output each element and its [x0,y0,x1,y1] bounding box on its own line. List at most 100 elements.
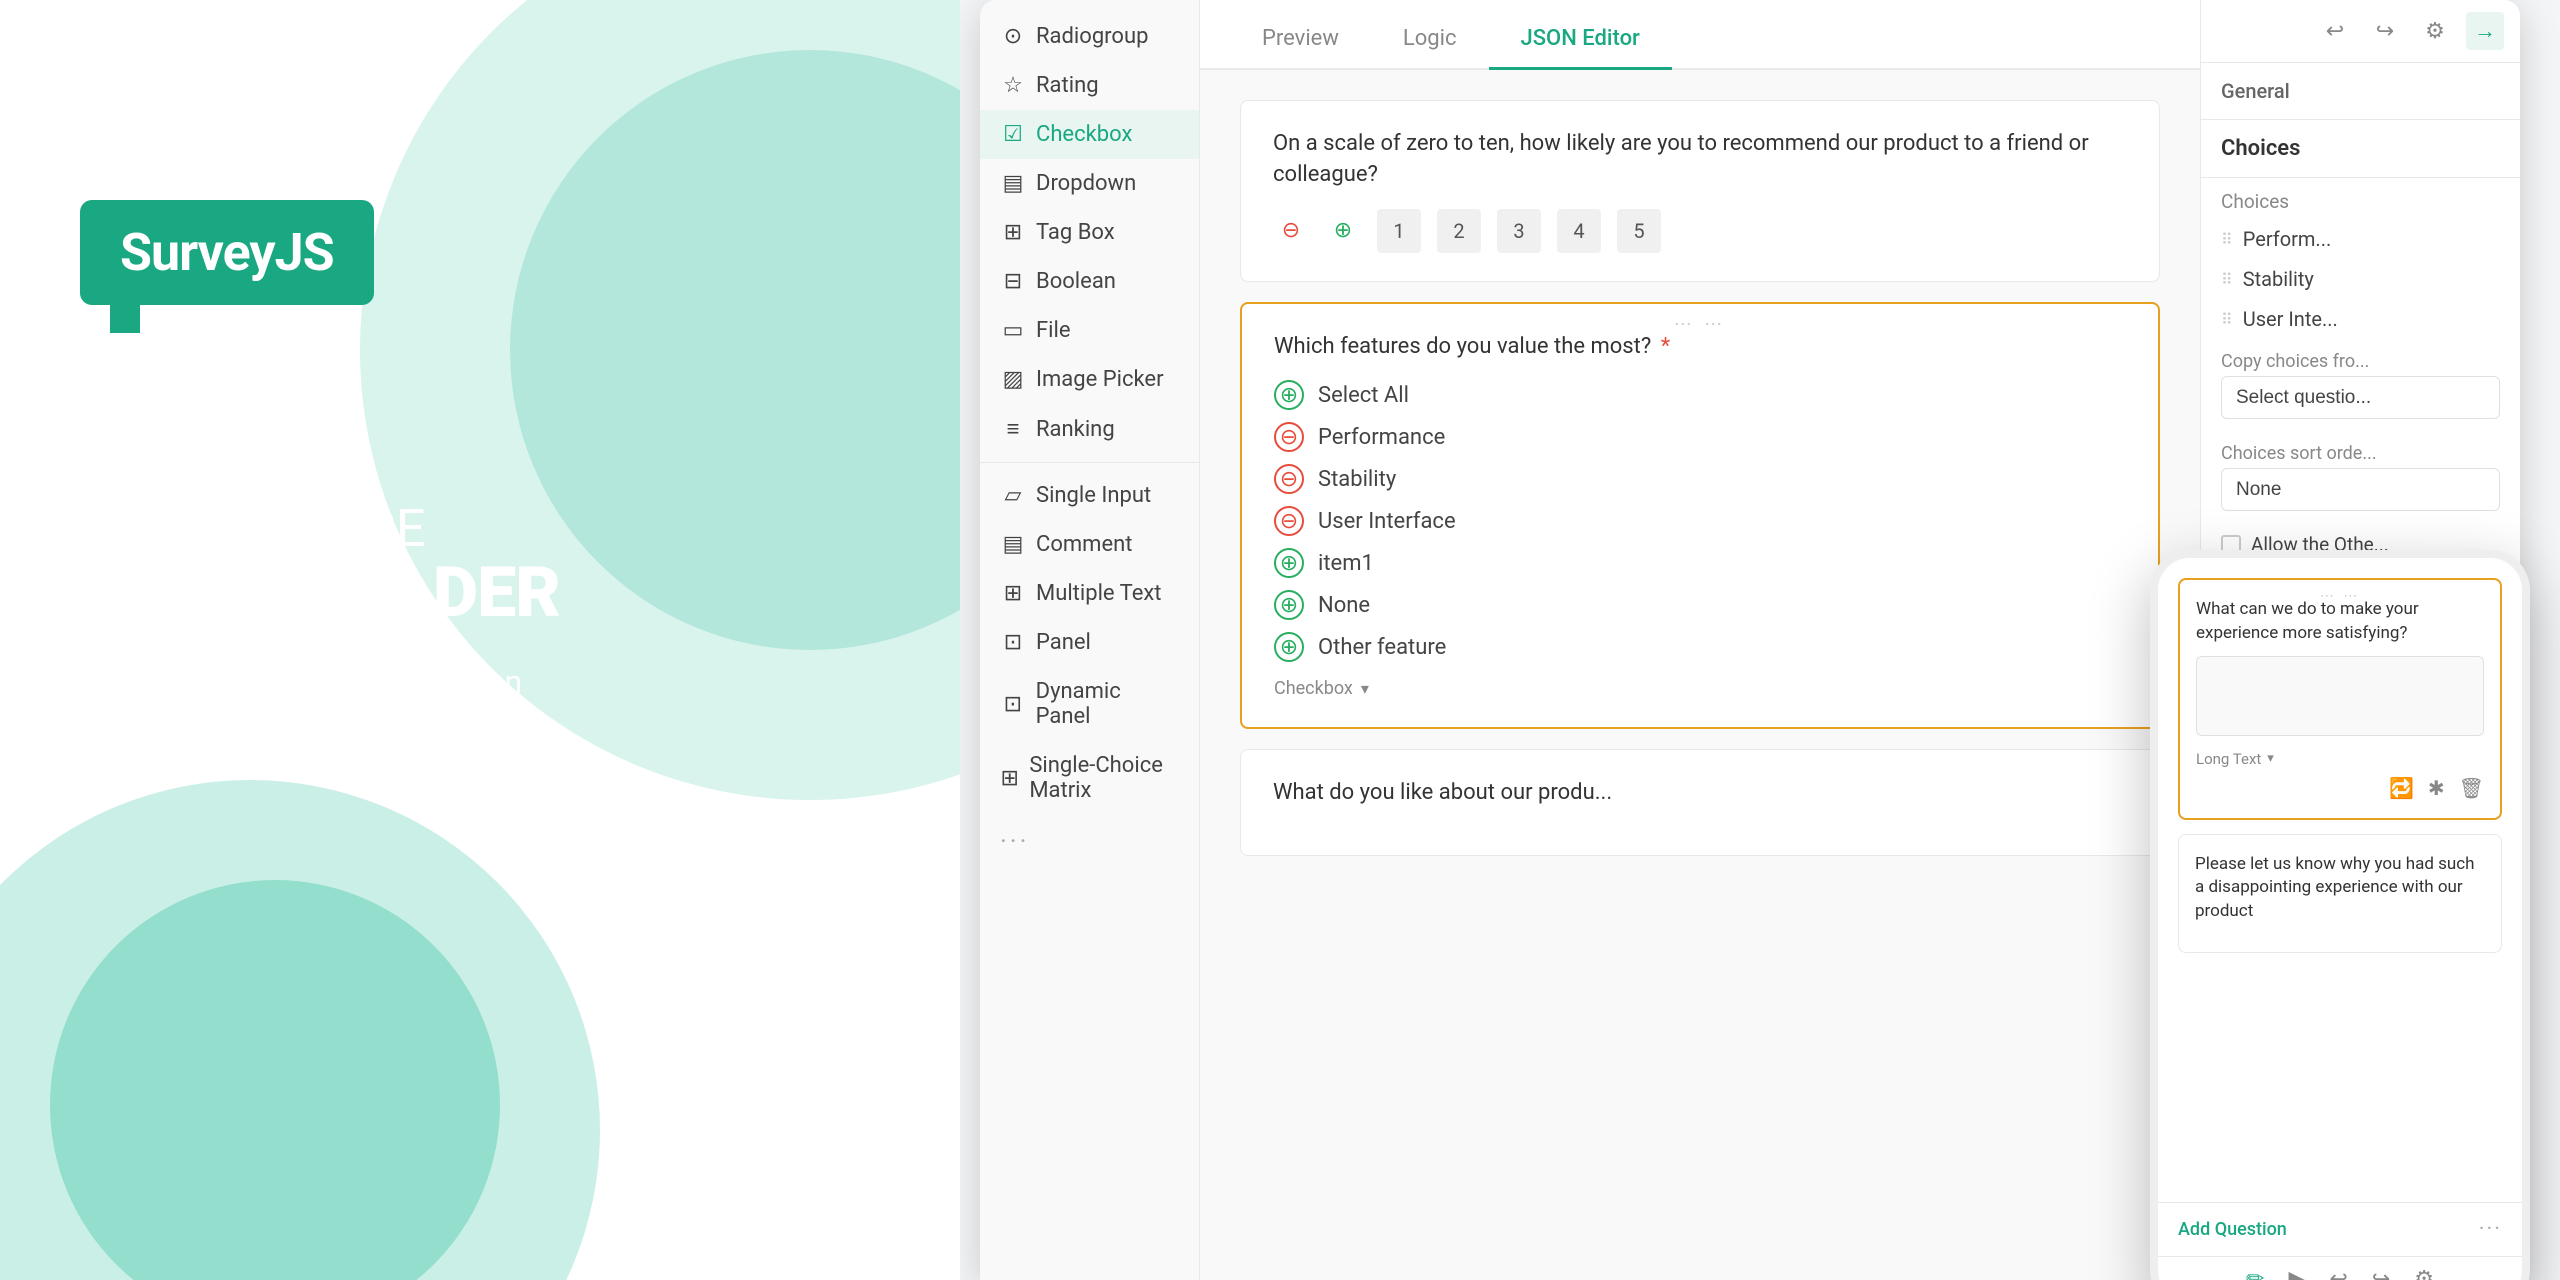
question-card-rating: On a scale of zero to ten, how likely ar… [1240,100,2160,282]
mobile-add-question-btn[interactable]: Add Question [2178,1219,2287,1240]
add-other-btn[interactable]: ⊕ [1274,632,1304,662]
props-choices-header: Choices [2201,120,2520,178]
tab-preview[interactable]: Preview [1230,10,1371,70]
mobile-toolbar-play[interactable]: ▶ [2288,1267,2305,1280]
choices-sort-label: Choices sort orde... [2201,431,2520,468]
checkbox-stability: ⊖ Stability [1274,464,2126,494]
sidebar-item-tagbox[interactable]: ⊞ Tag Box [980,208,1199,257]
mobile-toolbar-redo[interactable]: ↪ [2372,1267,2390,1280]
add-select-all-btn[interactable]: ⊕ [1274,380,1304,410]
mobile-more-btn[interactable]: ··· [2479,1217,2502,1242]
rating-num-3: 3 [1497,209,1541,253]
multipletext-icon: ⊞ [1000,581,1026,606]
checkbox-icon: ☑ [1000,122,1026,147]
sidebar-divider [980,462,1199,463]
sidebar-item-panel[interactable]: ⊡ Panel [980,618,1199,667]
sidebar-item-label: Panel [1036,630,1091,655]
tagline-block: OPEN-SOURCE FORM BUILDER Generate dynami… [80,500,560,751]
mobile-q1-text: What can we do to make your experience m… [2196,598,2484,646]
singleinput-icon: ▱ [1000,483,1026,508]
sidebar-item-checkbox[interactable]: ☑ Checkbox [980,110,1199,159]
undo-btn[interactable]: ↩ [2316,12,2354,50]
mobile-action-copy[interactable]: 🔁 [2389,776,2414,800]
add-item1-btn[interactable]: ⊕ [1274,548,1304,578]
sidebar-item-rating[interactable]: ☆ Rating [980,61,1199,110]
sidebar-item-label: Boolean [1036,269,1116,294]
tab-logic[interactable]: Logic [1371,10,1489,70]
add-rating-btn[interactable]: ⊕ [1325,213,1361,249]
mobile-drag-handle: ⋯ ⋯ [2320,588,2360,604]
sidebar-item-multipletext[interactable]: ⊞ Multiple Text [980,569,1199,618]
sidebar-item-radiogroup[interactable]: ⊙ Radiogroup [980,12,1199,61]
mobile-card-2: Please let us know why you had such a di… [2178,834,2502,953]
settings-btn[interactable]: ⚙ [2416,12,2454,50]
sidebar-item-label: Radiogroup [1036,24,1148,49]
copy-from-label: Copy choices fro... [2201,339,2520,376]
imagepicker-icon: ▨ [1000,367,1026,392]
sidebar-item-boolean[interactable]: ⊟ Boolean [980,257,1199,306]
sidebar-item-label: Single Input [1036,483,1151,508]
props-general-header: General [2201,63,2520,119]
sidebar-more[interactable]: ··· [980,815,1199,869]
checkbox-list: ⊕ Select All ⊖ Performance ⊖ Stability [1274,380,2126,662]
sidebar-item-singleinput[interactable]: ▱ Single Input [980,471,1199,520]
remove-stability-btn[interactable]: ⊖ [1274,464,1304,494]
question-text-checkbox: Which features do you value the most? * [1274,332,2126,363]
sidebar-item-ranking[interactable]: ≡ Ranking [980,404,1199,454]
rating-row: ⊖ ⊕ 1 2 3 4 5 [1273,209,2127,253]
mobile-textarea-1[interactable] [2196,656,2484,736]
remove-performance-btn[interactable]: ⊖ [1274,422,1304,452]
mobile-action-row-1: 🔁 ✱ 🗑 [2196,776,2484,800]
comment-icon: ▤ [1000,532,1026,557]
choice-row-performance: ⠿ Perform... [2201,219,2520,259]
sidebar-item-dropdown[interactable]: ▤ Dropdown [980,159,1199,208]
props-section-general: General [2201,63,2520,120]
mobile-toolbar-settings[interactable]: ⚙ [2414,1267,2434,1280]
tab-jsoneditor[interactable]: JSON Editor [1489,10,1672,70]
matrix-icon: ⊞ [1000,766,1019,791]
rating-num-1: 1 [1377,209,1421,253]
survey-area: On a scale of zero to ten, how likely ar… [1200,70,2200,1280]
sidebar-item-file[interactable]: ▭ File [980,306,1199,355]
dropdown-icon: ▤ [1000,171,1026,196]
mobile-action-delete[interactable]: 🗑 [2459,776,2484,800]
question-text-rating: On a scale of zero to ten, how likely ar… [1273,129,2127,191]
sidebar-item-comment[interactable]: ▤ Comment [980,520,1199,569]
main-content: Preview Logic JSON Editor On a scale of … [1200,0,2200,1280]
mobile-toolbar-undo[interactable]: ↩ [2329,1267,2347,1280]
tagbox-icon: ⊞ [1000,220,1026,245]
sidebar-item-imagepicker[interactable]: ▨ Image Picker [980,355,1199,404]
choice-row-userinterface: ⠿ User Inte... [2201,299,2520,339]
sidebar-item-dynamicpanel[interactable]: ⊡ Dynamic Panel [980,667,1199,741]
checkbox-item1: ⊕ item1 [1274,548,2126,578]
boolean-icon: ⊟ [1000,269,1026,294]
sidebar-item-label: Dynamic Panel [1036,679,1179,729]
mobile-footer: Add Question ··· [2158,1202,2522,1256]
mobile-toolbar-edit[interactable]: ✏ [2246,1267,2264,1280]
checkbox-performance: ⊖ Performance [1274,422,2126,452]
sidebar-item-label: Ranking [1036,417,1115,442]
mobile-type-row-1: Long Text ▾ [2196,750,2484,768]
mobile-action-star[interactable]: ✱ [2428,776,2445,800]
redo-btn[interactable]: ↪ [2366,12,2404,50]
right-panel: ⊙ Radiogroup ☆ Rating ☑ Checkbox ▤ Dropd… [960,0,2560,1280]
sidebar-item-label: Rating [1036,73,1099,98]
sidebar-item-matrix[interactable]: ⊞ Single-Choice Matrix [980,741,1199,815]
sidebar: ⊙ Radiogroup ☆ Rating ☑ Checkbox ▤ Dropd… [980,0,1200,1280]
remove-rating-btn[interactable]: ⊖ [1273,213,1309,249]
rating-icon: ☆ [1000,73,1026,98]
mobile-type-arrow-1: ▾ [2267,751,2274,766]
choice-row-stability: ⠿ Stability [2201,259,2520,299]
question-card-open: What do you like about our produ... [1240,749,2160,856]
choices-sort-select[interactable]: None [2221,468,2500,511]
copy-from-select[interactable]: Select questio... [2221,376,2500,419]
sidebar-item-label: Tag Box [1036,220,1115,245]
sidebar-item-label: File [1036,318,1071,343]
mobile-q2-text: Please let us know why you had such a di… [2195,853,2485,924]
card-footer: Checkbox ▾ [1274,678,2126,699]
checkbox-select-all: ⊕ Select All [1274,380,2126,410]
remove-userinterface-btn[interactable]: ⊖ [1274,506,1304,536]
add-none-btn[interactable]: ⊕ [1274,590,1304,620]
dynamicpanel-icon: ⊡ [1000,692,1026,717]
next-btn[interactable]: → [2466,12,2504,50]
